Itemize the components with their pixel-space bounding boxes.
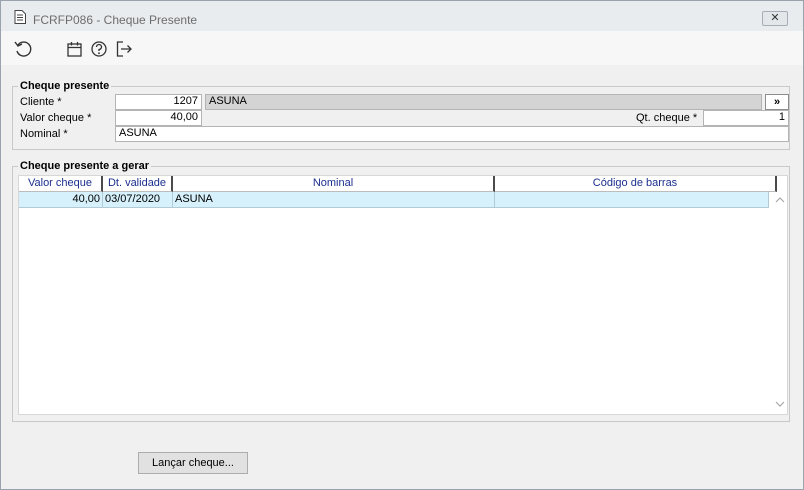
nominal-label: Nominal *: [20, 128, 68, 140]
valor-cheque-label: Valor cheque *: [20, 112, 92, 124]
calendar-icon: [65, 39, 85, 59]
window: FCRFP086 - Cheque Presente ✕ Cheque pres…: [0, 0, 804, 490]
scroll-up-arrow[interactable]: [774, 196, 786, 208]
cheque-gerar-legend: Cheque presente a gerar: [18, 160, 151, 172]
table-cell-codigo-barras[interactable]: [495, 192, 769, 208]
exit-icon: [114, 39, 134, 59]
nominal-field[interactable]: ASUNA: [115, 126, 789, 142]
title-bar: FCRFP086 - Cheque Presente ✕: [1, 1, 803, 31]
cheques-grid[interactable]: Valor cheque Dt. validade Nominal Código…: [18, 175, 788, 415]
window-title: FCRFP086 - Cheque Presente: [33, 13, 198, 27]
help-button[interactable]: [89, 39, 109, 59]
cliente-lookup-button[interactable]: »: [765, 94, 789, 110]
double-chevron-icon: »: [773, 96, 781, 108]
scroll-down-arrow[interactable]: [774, 400, 786, 412]
toolbar: [1, 31, 803, 65]
exit-button[interactable]: [114, 39, 134, 59]
qt-cheque-field[interactable]: 1: [703, 110, 789, 126]
close-icon: ✕: [770, 12, 780, 24]
valor-cheque-field[interactable]: 40,00: [115, 110, 202, 126]
column-header-nominal[interactable]: Nominal: [173, 176, 495, 192]
qt-cheque-label: Qt. cheque *: [636, 112, 698, 124]
footer: [1, 425, 803, 489]
cliente-label: Cliente *: [20, 96, 62, 108]
cheque-presente-legend: Cheque presente: [18, 80, 112, 92]
lancar-cheque-button[interactable]: Lançar cheque...: [138, 452, 248, 474]
undo-button[interactable]: [13, 39, 33, 59]
cliente-name-field: ASUNA: [205, 94, 762, 110]
calendar-button[interactable]: [65, 39, 85, 59]
undo-icon: [13, 39, 33, 59]
column-header-valor[interactable]: Valor cheque: [19, 176, 103, 192]
help-icon: [89, 39, 109, 59]
table-cell-validade[interactable]: 03/07/2020: [103, 192, 173, 208]
document-icon: [14, 10, 26, 24]
table-cell-nominal[interactable]: ASUNA: [173, 192, 495, 208]
close-button[interactable]: ✕: [762, 11, 788, 26]
column-header-validade[interactable]: Dt. validade: [103, 176, 173, 192]
cliente-code-field[interactable]: 1207: [115, 94, 202, 110]
table-cell-valor[interactable]: 40,00: [19, 192, 103, 208]
column-header-codigo-barras[interactable]: Código de barras: [495, 176, 777, 192]
